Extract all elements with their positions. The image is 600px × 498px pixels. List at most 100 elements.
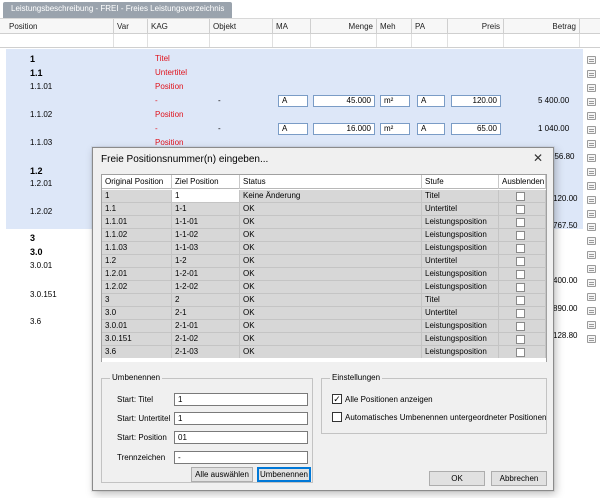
ausblenden-checkbox[interactable]: [516, 348, 525, 357]
note-icon[interactable]: [587, 84, 596, 92]
grid-row[interactable]: 3 2 OK Titel: [102, 294, 546, 307]
ausblenden-checkbox[interactable]: [516, 192, 525, 201]
ausblenden-checkbox[interactable]: [516, 231, 525, 240]
grid-row[interactable]: 1.1.02 1-1-02 OK Leistungsposition: [102, 229, 546, 242]
cancel-button[interactable]: Abbrechen: [491, 471, 547, 486]
filter-cell[interactable]: [412, 34, 448, 47]
grid-row[interactable]: 1.1.03 1-1-03 OK Leistungsposition: [102, 242, 546, 255]
grid-row[interactable]: 3.0.151 2-1-02 OK Leistungsposition: [102, 333, 546, 346]
filter-cell[interactable]: [114, 34, 148, 47]
note-icon[interactable]: [587, 168, 596, 176]
ma-field[interactable]: A: [278, 95, 308, 107]
filter-cell[interactable]: [273, 34, 311, 47]
grid-row[interactable]: 3.0 2-1 OK Untertitel: [102, 307, 546, 320]
grid-cell-ziel[interactable]: 1-2-01: [172, 268, 240, 280]
ausblenden-checkbox[interactable]: [516, 270, 525, 279]
table-row[interactable]: 1 Titel: [0, 52, 600, 66]
pa-field[interactable]: A: [417, 123, 445, 135]
preis-field[interactable]: 120.00: [451, 95, 501, 107]
header-ziel-position[interactable]: Ziel Position: [172, 175, 240, 189]
note-icon[interactable]: [587, 223, 596, 231]
auto-rename-checkbox[interactable]: [332, 412, 342, 422]
preis-field[interactable]: 65.00: [451, 123, 501, 135]
meh-field[interactable]: m²: [380, 95, 410, 107]
grid-cell-ziel[interactable]: 1-1-01: [172, 216, 240, 228]
start-untertitel-input[interactable]: 1: [174, 412, 308, 425]
grid-row[interactable]: 1 1 Keine Änderung Titel: [102, 190, 546, 203]
start-position-input[interactable]: 01: [174, 431, 308, 444]
note-icon[interactable]: [587, 70, 596, 78]
grid-row[interactable]: 1.1 1-1 OK Untertitel: [102, 203, 546, 216]
ok-button[interactable]: OK: [429, 471, 485, 486]
grid-cell-ziel[interactable]: 1: [172, 190, 240, 202]
ausblenden-checkbox[interactable]: [516, 296, 525, 305]
grid-cell-ziel[interactable]: 1-1: [172, 203, 240, 215]
note-icon[interactable]: [587, 126, 596, 134]
note-icon[interactable]: [587, 251, 596, 259]
note-icon[interactable]: [587, 335, 596, 343]
menge-field[interactable]: 16.000: [313, 123, 375, 135]
ausblenden-checkbox[interactable]: [516, 244, 525, 253]
rename-button[interactable]: Umbenennen: [257, 467, 311, 482]
ma-field[interactable]: A: [278, 123, 308, 135]
note-icon[interactable]: [587, 321, 596, 329]
ausblenden-checkbox[interactable]: [516, 257, 525, 266]
ausblenden-checkbox[interactable]: [516, 335, 525, 344]
header-status[interactable]: Status: [240, 175, 422, 189]
note-icon[interactable]: [587, 112, 596, 120]
note-icon[interactable]: [587, 140, 596, 148]
note-icon[interactable]: [587, 98, 596, 106]
show-all-checkbox[interactable]: ✓: [332, 394, 342, 404]
note-icon[interactable]: [587, 293, 596, 301]
start-titel-input[interactable]: 1: [174, 393, 308, 406]
note-icon[interactable]: [587, 56, 596, 64]
ausblenden-checkbox[interactable]: [516, 309, 525, 318]
close-icon[interactable]: ✕: [531, 151, 545, 165]
column-header-kag[interactable]: KAG: [148, 19, 210, 34]
grid-cell-ziel[interactable]: 2-1: [172, 307, 240, 319]
column-header-pa[interactable]: PA: [412, 19, 448, 34]
column-header-var[interactable]: Var: [114, 19, 148, 34]
filter-cell[interactable]: [377, 34, 412, 47]
meh-field[interactable]: m²: [380, 123, 410, 135]
filter-cell[interactable]: [6, 34, 114, 47]
header-stufe[interactable]: Stufe: [422, 175, 499, 189]
table-row[interactable]: 1.1.01 Position: [0, 80, 600, 94]
grid-cell-ziel[interactable]: 1-1-03: [172, 242, 240, 254]
grid-cell-ziel[interactable]: 1-1-02: [172, 229, 240, 241]
column-header-menge[interactable]: Menge: [311, 19, 377, 34]
note-icon[interactable]: [587, 196, 596, 204]
note-icon[interactable]: [587, 210, 596, 218]
note-icon[interactable]: [587, 279, 596, 287]
grid-row[interactable]: 1.2.02 1-2-02 OK Leistungsposition: [102, 281, 546, 294]
grid-cell-ziel[interactable]: 1-2: [172, 255, 240, 267]
table-row[interactable]: - - A 16.000 m² A 65.00 1 040.00: [0, 122, 600, 136]
column-header-betrag[interactable]: Betrag: [504, 19, 580, 34]
grid-cell-ziel[interactable]: 2-1-03: [172, 346, 240, 358]
select-all-button[interactable]: Alle auswählen: [191, 467, 253, 482]
ausblenden-checkbox[interactable]: [516, 205, 525, 214]
filter-cell[interactable]: [504, 34, 580, 47]
column-header-meh[interactable]: Meh: [377, 19, 412, 34]
grid-row[interactable]: 1.2.01 1-2-01 OK Leistungsposition: [102, 268, 546, 281]
grid-row[interactable]: 3.0.01 2-1-01 OK Leistungsposition: [102, 320, 546, 333]
grid-cell-ziel[interactable]: 2-1-02: [172, 333, 240, 345]
grid-row[interactable]: 1.1.01 1-1-01 OK Leistungsposition: [102, 216, 546, 229]
header-original-position[interactable]: Original Position: [102, 175, 172, 189]
grid-cell-ziel[interactable]: 2: [172, 294, 240, 306]
grid-cell-ziel[interactable]: 2-1-01: [172, 320, 240, 332]
column-header-preis[interactable]: Preis: [448, 19, 504, 34]
tab-leistungsbeschreibung[interactable]: Leistungsbeschreibung - FREI - Freies Le…: [3, 2, 233, 18]
grid-row[interactable]: 1.2 1-2 OK Untertitel: [102, 255, 546, 268]
menge-field[interactable]: 45.000: [313, 95, 375, 107]
pa-field[interactable]: A: [417, 95, 445, 107]
table-row[interactable]: 1.1.02 Position: [0, 108, 600, 122]
filter-cell[interactable]: [311, 34, 377, 47]
filter-cell[interactable]: [210, 34, 273, 47]
ausblenden-checkbox[interactable]: [516, 283, 525, 292]
column-header-ma[interactable]: MA: [273, 19, 311, 34]
ausblenden-checkbox[interactable]: [516, 218, 525, 227]
table-row[interactable]: - - A 45.000 m² A 120.00 5 400.00: [0, 94, 600, 108]
table-row[interactable]: 1.1 Untertitel: [0, 66, 600, 80]
filter-cell[interactable]: [148, 34, 210, 47]
